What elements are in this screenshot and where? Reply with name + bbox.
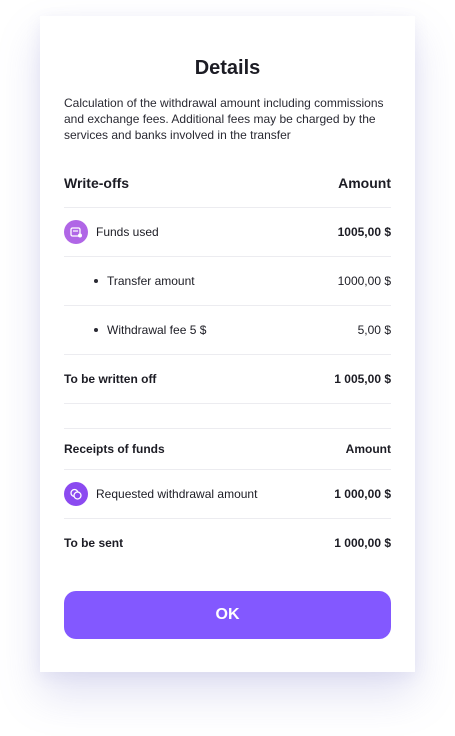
section-divider bbox=[64, 404, 391, 429]
receipts-total-row: To be sent 1 000,00 $ bbox=[64, 519, 391, 567]
funds-used-row: Funds used 1005,00 $ bbox=[64, 208, 391, 257]
transfer-amount-value: 1000,00 $ bbox=[337, 274, 391, 288]
list-item: Withdrawal fee 5 $ 5,00 $ bbox=[64, 306, 391, 355]
transfer-amount-label: Transfer amount bbox=[64, 274, 195, 288]
wallet-icon bbox=[64, 220, 88, 244]
requested-amount: 1 000,00 $ bbox=[334, 487, 391, 501]
receipts-total-amount: 1 000,00 $ bbox=[334, 536, 391, 550]
coins-icon bbox=[64, 482, 88, 506]
ok-button[interactable]: OK bbox=[64, 591, 391, 639]
requested-row: Requested withdrawal amount 1 000,00 $ bbox=[64, 470, 391, 519]
funds-used-amount: 1005,00 $ bbox=[337, 225, 391, 239]
writeoffs-total-amount: 1 005,00 $ bbox=[334, 372, 391, 386]
writeoffs-total-row: To be written off 1 005,00 $ bbox=[64, 355, 391, 404]
list-item: Transfer amount 1000,00 $ bbox=[64, 257, 391, 306]
withdrawal-fee-value: 5,00 $ bbox=[357, 323, 391, 337]
page-title: Details bbox=[194, 57, 261, 79]
description: Calculation of the withdrawal amount inc… bbox=[64, 96, 384, 142]
writeoffs-header: Write-offs Amount bbox=[64, 159, 391, 208]
receipts-header-amount: Amount bbox=[345, 442, 391, 456]
writeoffs-total-label: To be written off bbox=[64, 372, 157, 386]
funds-used-label: Funds used bbox=[96, 225, 159, 239]
writeoffs-header-label: Write-offs bbox=[64, 175, 130, 191]
writeoffs-header-amount: Amount bbox=[338, 175, 391, 191]
receipts-header: Receipts of funds Amount bbox=[64, 429, 391, 470]
withdrawal-fee-label: Withdrawal fee 5 $ bbox=[64, 323, 206, 337]
receipts-header-label: Receipts of funds bbox=[64, 442, 165, 456]
receipts-total-label: To be sent bbox=[64, 536, 124, 550]
details-card: Details Calculation of the withdrawal am… bbox=[40, 16, 415, 672]
requested-label: Requested withdrawal amount bbox=[96, 487, 258, 501]
